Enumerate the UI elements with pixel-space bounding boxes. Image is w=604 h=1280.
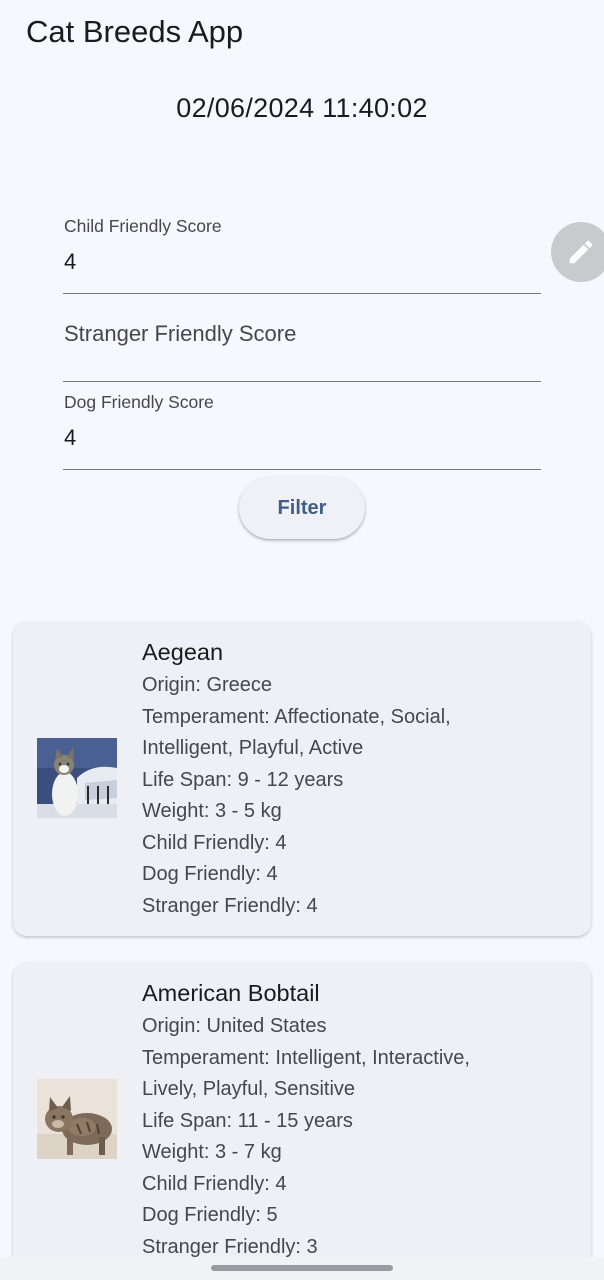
breed-life-span: Life Span: 11 - 15 years xyxy=(142,1109,353,1132)
breed-weight: Weight: 3 - 5 kg xyxy=(142,800,282,822)
breed-stranger-friendly: Stranger Friendly: 4 xyxy=(142,894,318,917)
pencil-icon xyxy=(569,240,593,264)
child-friendly-score-label: Child Friendly Score xyxy=(64,216,222,236)
filter-button[interactable]: Filter xyxy=(239,477,365,539)
breed-dog-friendly: Dog Friendly: 5 xyxy=(142,1204,278,1226)
app-title: Cat Breeds App xyxy=(26,14,244,49)
dog-friendly-score-value[interactable]: 4 xyxy=(64,423,76,453)
child-friendly-score-value[interactable]: 4 xyxy=(64,247,76,277)
stranger-friendly-score-field[interactable]: Stranger Friendly Score xyxy=(63,320,541,382)
home-indicator[interactable] xyxy=(211,1265,393,1271)
breed-child-friendly: Child Friendly: 4 xyxy=(142,831,287,854)
breed-details: American Bobtail Origin: United States T… xyxy=(142,976,572,1263)
dog-friendly-score-field[interactable]: Dog Friendly Score 4 xyxy=(63,391,541,470)
breed-weight: Weight: 3 - 7 kg xyxy=(142,1141,282,1163)
app-screen: Cat Breeds App 02/06/2024 11:40:02 Child… xyxy=(0,0,604,1280)
breed-temperament-cont: Lively, Playful, Sensitive xyxy=(142,1078,356,1100)
breed-temperament-cont: Intelligent, Playful, Active xyxy=(142,737,364,759)
breed-temperament: Temperament: Intelligent, Interactive, xyxy=(142,1046,470,1069)
breed-image-american-bobtail xyxy=(37,1079,117,1159)
breed-life-span: Life Span: 9 - 12 years xyxy=(142,768,344,791)
stranger-friendly-score-label: Stranger Friendly Score xyxy=(64,321,297,346)
breed-child-friendly: Child Friendly: 4 xyxy=(142,1172,287,1195)
breed-card[interactable]: Aegean Origin: Greece Temperament: Affec… xyxy=(13,621,591,936)
breed-image-aegean xyxy=(37,738,117,818)
edit-button[interactable] xyxy=(551,222,604,282)
current-datetime: 02/06/2024 11:40:02 xyxy=(176,93,428,123)
dog-friendly-score-label: Dog Friendly Score xyxy=(64,392,214,412)
child-friendly-score-field[interactable]: Child Friendly Score 4 xyxy=(63,215,541,294)
breed-dog-friendly: Dog Friendly: 4 xyxy=(142,863,278,885)
breed-temperament: Temperament: Affectionate, Social, xyxy=(142,705,451,728)
breed-card[interactable]: American Bobtail Origin: United States T… xyxy=(13,962,591,1280)
breed-name: American Bobtail xyxy=(142,980,320,1006)
breed-name: Aegean xyxy=(142,639,224,665)
breed-origin: Origin: United States xyxy=(142,1015,327,1037)
breed-origin: Origin: Greece xyxy=(142,674,273,696)
breed-details: Aegean Origin: Greece Temperament: Affec… xyxy=(142,635,572,922)
